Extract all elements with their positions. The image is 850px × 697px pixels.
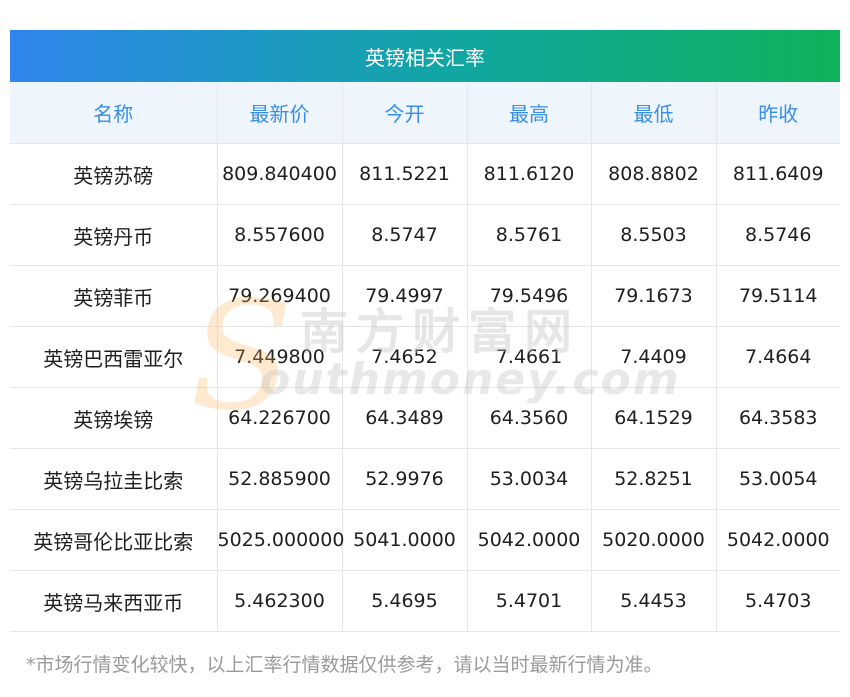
cell-latest: 7.449800 [217,326,343,388]
cell-latest: 5.462300 [217,570,343,632]
cell-open: 79.4997 [342,265,468,327]
cell-high: 5042.0000 [467,509,592,571]
disclaimer-footnote: *市场行情变化较快，以上汇率行情数据仅供参考，请以当时最新行情为准。 [26,654,663,676]
cell-low: 64.1529 [591,387,717,449]
cell-open: 5041.0000 [342,509,468,571]
rates-panel: 英镑相关汇率 名称 最新价 今开 最高 最低 昨收 英镑苏磅 809.84040… [10,30,840,632]
cell-high: 8.5761 [467,204,592,266]
cell-high: 79.5496 [467,265,592,327]
table-row: 英镑马来西亚币 5.462300 5.4695 5.4701 5.4453 5.… [10,570,840,632]
cell-high: 811.6120 [467,143,592,205]
cell-latest: 809.840400 [217,143,343,205]
cell-prev-close: 7.4664 [716,326,840,388]
currency-name: 英镑哥伦比亚比索 [10,509,218,571]
cell-low: 5.4453 [591,570,717,632]
cell-open: 811.5221 [342,143,468,205]
currency-name: 英镑巴西雷亚尔 [10,326,218,388]
table-row: 英镑丹币 8.557600 8.5747 8.5761 8.5503 8.574… [10,204,840,266]
currency-name: 英镑菲币 [10,265,218,327]
cell-high: 64.3560 [467,387,592,449]
cell-low: 8.5503 [591,204,717,266]
col-header-low: 最低 [591,82,717,144]
cell-low: 7.4409 [591,326,717,388]
currency-name: 英镑乌拉圭比索 [10,448,218,510]
currency-name: 英镑马来西亚币 [10,570,218,632]
cell-low: 52.8251 [591,448,717,510]
col-header-open: 今开 [342,82,468,144]
cell-prev-close: 811.6409 [716,143,840,205]
table-row: 英镑乌拉圭比索 52.885900 52.9976 53.0034 52.825… [10,448,840,510]
cell-latest: 79.269400 [217,265,343,327]
table-row: 英镑菲币 79.269400 79.4997 79.5496 79.1673 7… [10,265,840,327]
cell-high: 5.4701 [467,570,592,632]
table-row: 英镑苏磅 809.840400 811.5221 811.6120 808.88… [10,143,840,205]
cell-prev-close: 5.4703 [716,570,840,632]
col-header-name: 名称 [10,82,218,144]
currency-name: 英镑埃镑 [10,387,218,449]
table-row: 英镑巴西雷亚尔 7.449800 7.4652 7.4661 7.4409 7.… [10,326,840,388]
rates-table: 名称 最新价 今开 最高 最低 昨收 英镑苏磅 809.840400 811.5… [10,82,840,632]
cell-open: 52.9976 [342,448,468,510]
col-header-prev-close: 昨收 [716,82,840,144]
cell-prev-close: 53.0054 [716,448,840,510]
cell-prev-close: 8.5746 [716,204,840,266]
cell-open: 64.3489 [342,387,468,449]
cell-latest: 8.557600 [217,204,343,266]
currency-name: 英镑丹币 [10,204,218,266]
cell-open: 5.4695 [342,570,468,632]
cell-low: 5020.0000 [591,509,717,571]
header-row: 名称 最新价 今开 最高 最低 昨收 [10,82,840,144]
cell-prev-close: 5042.0000 [716,509,840,571]
table-row: 英镑哥伦比亚比索 5025.000000 5041.0000 5042.0000… [10,509,840,571]
cell-latest: 52.885900 [217,448,343,510]
cell-prev-close: 64.3583 [716,387,840,449]
table-title: 英镑相关汇率 [10,30,840,82]
cell-open: 8.5747 [342,204,468,266]
col-header-high: 最高 [467,82,592,144]
cell-latest: 5025.000000 [217,509,344,571]
cell-high: 7.4661 [467,326,592,388]
table-row: 英镑埃镑 64.226700 64.3489 64.3560 64.1529 6… [10,387,840,449]
cell-open: 7.4652 [342,326,468,388]
col-header-latest: 最新价 [217,82,343,144]
cell-low: 808.8802 [591,143,717,205]
cell-high: 53.0034 [467,448,592,510]
cell-latest: 64.226700 [217,387,343,449]
cell-low: 79.1673 [591,265,717,327]
currency-name: 英镑苏磅 [10,143,218,205]
cell-prev-close: 79.5114 [716,265,840,327]
